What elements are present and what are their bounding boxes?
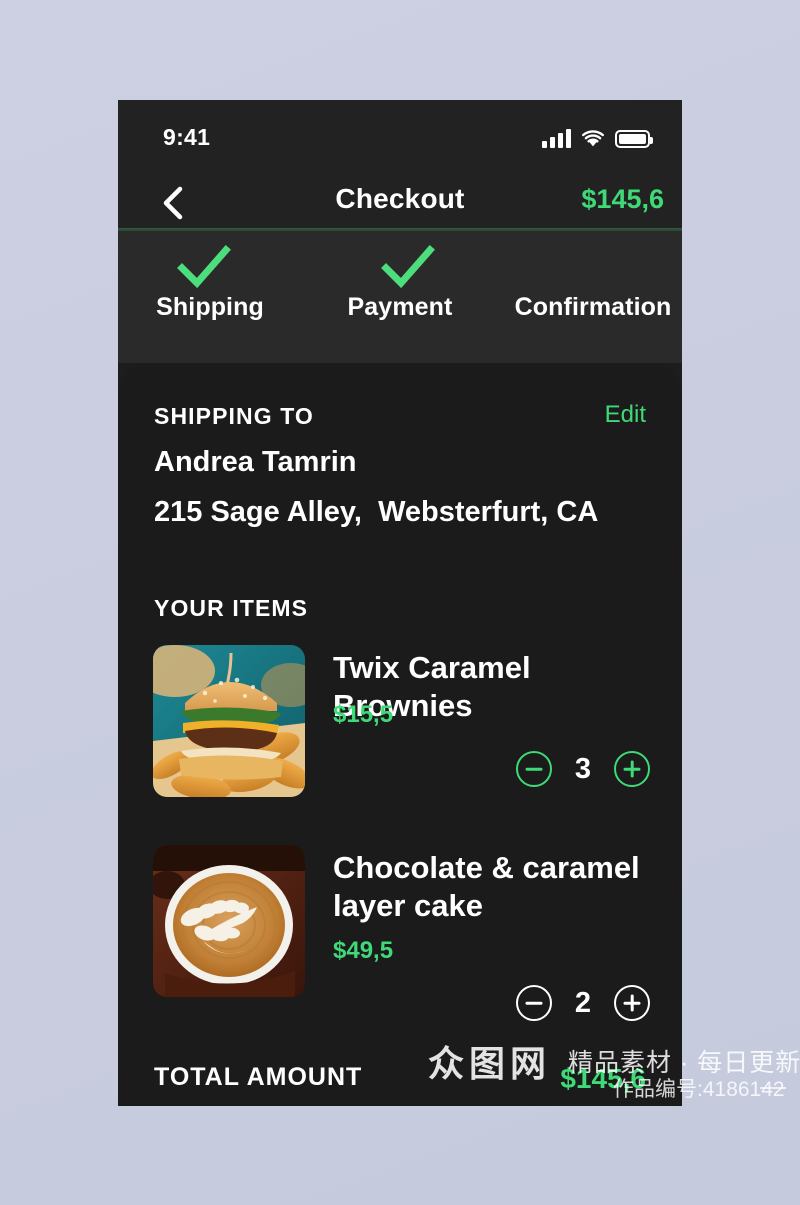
decrease-quantity-button[interactable] (516, 985, 552, 1021)
burger-and-fries-photo (153, 645, 305, 797)
quantity-stepper: 2 (516, 985, 650, 1021)
wifi-icon (582, 130, 604, 147)
edit-shipping-link[interactable]: Edit (605, 401, 646, 429)
item-name: Chocolate & caramel layer cake (333, 850, 640, 923)
checkout-steps: Shipping Payment Confirmation (118, 231, 682, 363)
item-price: $15,5 (333, 701, 394, 728)
increase-quantity-button[interactable] (614, 751, 650, 787)
navigation-bar: Checkout $145,6 (118, 178, 682, 228)
latte-art-coffee-photo (153, 845, 305, 997)
step-payment[interactable]: Payment (306, 231, 494, 363)
shipping-address: 215 Sage Alley, Websterfurt, CA (154, 496, 599, 528)
status-bar: 9:41 (118, 100, 682, 178)
cellular-signal-icon (542, 129, 571, 148)
item-quantity: 3 (574, 752, 592, 785)
total-amount-label: TOTAL AMOUNT (154, 1063, 363, 1091)
status-bar-time: 9:41 (163, 124, 211, 150)
your-items-heading: YOUR ITEMS (154, 595, 309, 621)
check-icon (381, 245, 435, 289)
status-bar-icons (542, 126, 653, 148)
checkout-card: SHIPPING TO Edit Andrea Tamrin 215 Sage … (118, 363, 682, 1106)
total-amount-value: $145,6 (560, 1063, 646, 1094)
step-shipping[interactable]: Shipping (118, 231, 306, 363)
list-item: Twix Caramel Brownies $15,5 3 (118, 645, 682, 800)
item-price: $49,5 (333, 937, 394, 964)
step-confirmation[interactable]: Confirmation (494, 231, 682, 363)
list-item: Chocolate & caramel layer cake $49,5 2 (118, 845, 682, 1021)
nav-total-amount: $145,6 (581, 184, 664, 214)
battery-icon (615, 130, 653, 148)
check-icon (177, 245, 231, 289)
step-label-confirmation: Confirmation (514, 293, 672, 321)
shipping-recipient-name: Andrea Tamrin (154, 446, 357, 478)
phone-screen: 9:41 Checkout $145,6 Shipping Payment Co… (118, 100, 682, 1106)
watermark-dash (760, 1087, 786, 1089)
step-label-shipping: Shipping (156, 293, 264, 321)
step-label-payment: Payment (347, 293, 453, 321)
item-image-burger-and-fries (153, 645, 305, 797)
item-quantity: 2 (574, 986, 592, 1019)
shipping-to-heading: SHIPPING TO (154, 403, 314, 429)
increase-quantity-button[interactable] (614, 985, 650, 1021)
quantity-stepper: 3 (516, 751, 650, 787)
decrease-quantity-button[interactable] (516, 751, 552, 787)
item-image-latte-art (153, 845, 305, 997)
